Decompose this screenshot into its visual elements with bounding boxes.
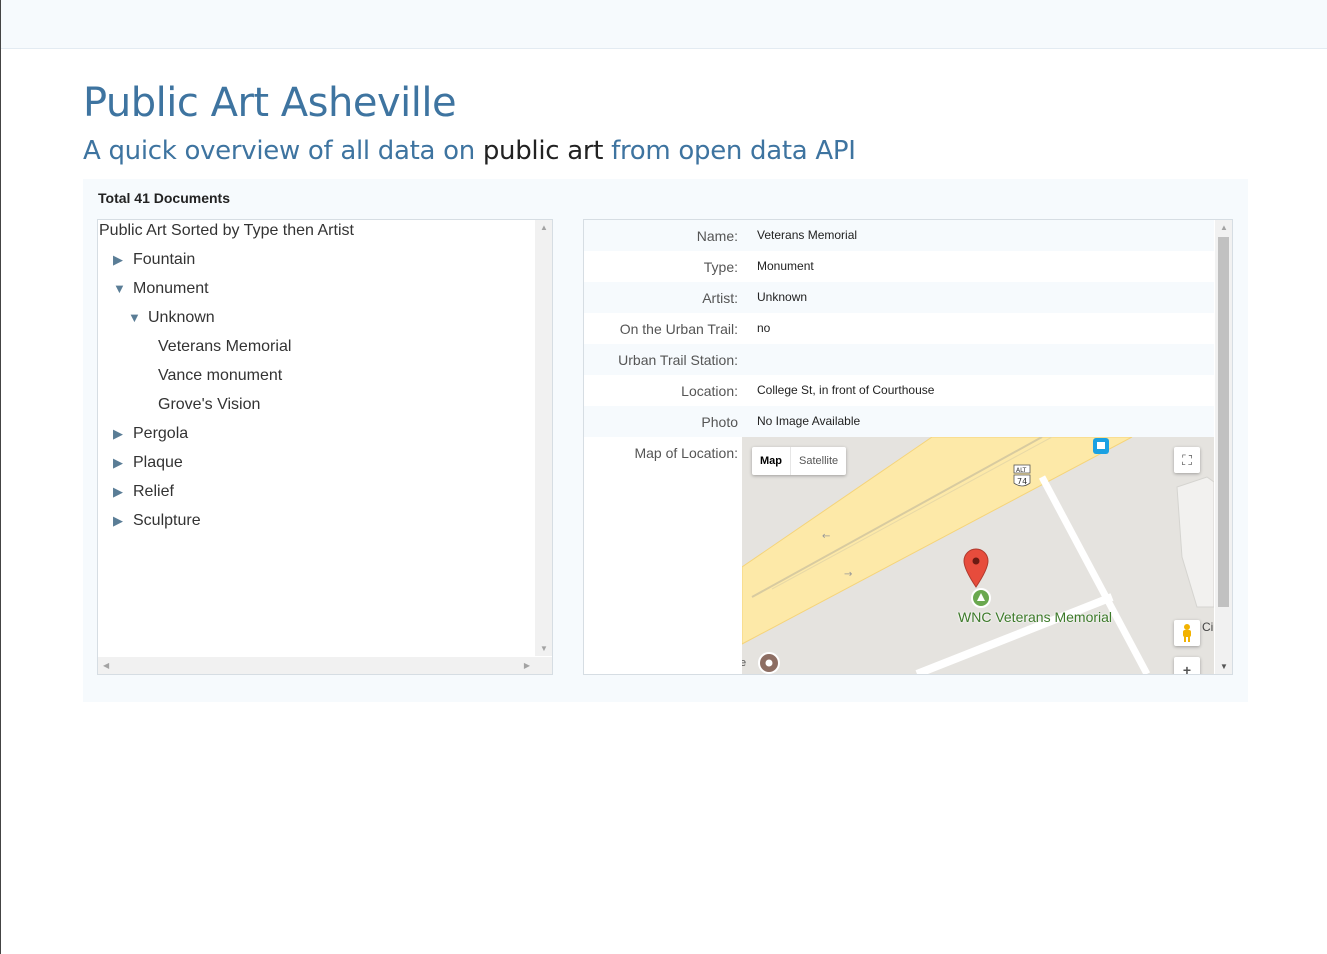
scroll-down-icon[interactable]: ▼ xyxy=(540,644,548,653)
tree-node-monument[interactable]: ▼ Monument xyxy=(113,280,209,298)
window-edge xyxy=(0,0,1,954)
detail-label: Type: xyxy=(703,259,738,275)
map-type-map-button[interactable]: Map xyxy=(752,447,791,475)
art-tree[interactable]: Public Art Sorted by Type then Artist ▶ F… xyxy=(97,219,553,675)
fullscreen-icon[interactable]: ⛶ xyxy=(1174,447,1200,473)
expand-arrow-icon[interactable]: ▶ xyxy=(113,484,129,500)
poi-icon-dot xyxy=(765,659,773,667)
detail-vertical-scrollbar[interactable]: ▲ ▼ xyxy=(1215,220,1232,674)
detail-label: Photo xyxy=(701,414,738,430)
scrollbar-thumb[interactable] xyxy=(1218,237,1229,607)
detail-label: Artist: xyxy=(702,290,738,306)
tree-node-label: Pergola xyxy=(133,425,189,442)
detail-label: On the Urban Trail: xyxy=(619,321,738,337)
top-navbar xyxy=(0,0,1327,49)
tree-node-plaque[interactable]: ▶ Plaque xyxy=(113,454,183,472)
map-type-satellite-button[interactable]: Satellite xyxy=(791,447,846,475)
tree-node-relief[interactable]: ▶ Relief xyxy=(113,483,174,501)
tree-node-label: Unknown xyxy=(148,309,215,326)
bus-stop-icon-glyph xyxy=(1097,442,1105,449)
tree-node-fountain[interactable]: ▶ Fountain xyxy=(113,251,195,269)
detail-row-type: Type: Monument xyxy=(584,251,1214,282)
total-documents: Total 41 Documents xyxy=(98,190,230,206)
content-panel: Total 41 Documents Public Art Sorted by … xyxy=(83,179,1248,702)
location-map[interactable]: ← → ALT 74 WNC Veterans Memorial e Map S… xyxy=(742,437,1214,674)
expand-arrow-icon[interactable]: ▶ xyxy=(113,455,129,471)
tree-node-label: Relief xyxy=(133,483,174,500)
collapse-arrow-icon[interactable]: ▼ xyxy=(128,310,144,325)
collapse-arrow-icon[interactable]: ▼ xyxy=(113,281,129,296)
page-subtitle: A quick overview of all data on public a… xyxy=(83,136,856,166)
detail-value: Unknown xyxy=(757,290,808,304)
tree-leaf-label: Veterans Memorial xyxy=(158,338,292,355)
tree-horizontal-scrollbar[interactable]: ◀ ▶ xyxy=(98,657,535,674)
scroll-up-icon[interactable]: ▲ xyxy=(1220,223,1228,232)
detail-value: Veterans Memorial xyxy=(757,228,858,242)
direction-arrow-icon: → xyxy=(844,569,852,580)
subtitle-text-start: A quick overview of all data on xyxy=(83,136,483,166)
map-edge-label: Ci xyxy=(1202,620,1214,634)
detail-label: Urban Trail Station: xyxy=(618,352,738,368)
tree-leaf-vance-monument[interactable]: Vance monument xyxy=(158,367,282,385)
tree-node-unknown[interactable]: ▼ Unknown xyxy=(128,309,215,327)
detail-label: Name: xyxy=(696,228,738,244)
tree-node-pergola[interactable]: ▶ Pergola xyxy=(113,425,188,443)
map-marker-label: WNC Veterans Memorial xyxy=(958,609,1113,625)
direction-arrow-icon: ← xyxy=(822,531,830,542)
detail-panel: Name: Veterans Memorial Type: Monument A… xyxy=(583,219,1233,675)
expand-arrow-icon[interactable]: ▶ xyxy=(113,513,129,529)
expand-arrow-icon[interactable]: ▶ xyxy=(113,426,129,442)
tree-node-label: Fountain xyxy=(133,251,196,268)
tree-node-label: Sculpture xyxy=(133,512,201,529)
detail-row-trail-station: Urban Trail Station: xyxy=(584,344,1214,375)
tree-node-sculpture[interactable]: ▶ Sculpture xyxy=(113,512,201,530)
detail-row-name: Name: Veterans Memorial xyxy=(584,220,1214,251)
scroll-left-icon[interactable]: ◀ xyxy=(103,661,109,670)
zoom-in-button[interactable]: + xyxy=(1174,657,1200,674)
scroll-corner xyxy=(535,657,552,674)
map-type-toggle[interactable]: Map Satellite xyxy=(752,447,847,475)
expand-arrow-icon[interactable]: ▶ xyxy=(113,252,129,268)
subtitle-text-end: from open data API xyxy=(603,136,856,166)
subtitle-highlight: public art xyxy=(482,136,604,166)
detail-label: Location: xyxy=(681,383,738,399)
tree-leaf-label: Grove's Vision xyxy=(158,396,261,413)
tree-leaf-veterans-memorial[interactable]: Veterans Memorial xyxy=(158,338,291,356)
pegman-glyph xyxy=(1183,624,1191,642)
tree-vertical-scrollbar[interactable]: ▲ ▼ xyxy=(535,220,552,656)
building xyxy=(1176,476,1214,608)
tree-node-label: Monument xyxy=(133,280,209,297)
detail-row-photo: Photo No Image Available xyxy=(584,406,1214,437)
tree-root-label: Public Art Sorted by Type then Artist xyxy=(99,222,354,239)
map-edge-text: e xyxy=(742,657,746,669)
detail-value: College St, in front of Courthouse xyxy=(757,383,935,397)
detail-row-urban-trail: On the Urban Trail: no xyxy=(584,313,1214,344)
detail-row-artist: Artist: Unknown xyxy=(584,282,1214,313)
detail-value: no xyxy=(757,321,771,335)
scroll-right-icon[interactable]: ▶ xyxy=(524,661,530,670)
detail-value: Monument xyxy=(757,259,814,273)
detail-row-location: Location: College St, in front of Courth… xyxy=(584,375,1214,406)
route-shield-74-text: 74 xyxy=(1017,477,1027,486)
tree-leaf-label: Vance monument xyxy=(158,367,283,384)
route-shield-alt-text: ALT xyxy=(1016,467,1027,474)
map-marker-dot xyxy=(972,557,980,565)
scroll-down-icon[interactable]: ▼ xyxy=(1220,662,1228,671)
map-marker-icon[interactable] xyxy=(963,548,989,588)
tree-node-label: Plaque xyxy=(133,454,183,471)
detail-label: Map of Location: xyxy=(634,445,738,461)
scroll-up-icon[interactable]: ▲ xyxy=(540,223,548,232)
pegman-icon[interactable] xyxy=(1174,620,1200,646)
side-street xyxy=(1038,475,1151,674)
detail-value: No Image Available xyxy=(757,414,861,428)
page-title: Public Art Asheville xyxy=(83,80,457,126)
tree-leaf-groves-vision[interactable]: Grove's Vision xyxy=(158,396,260,414)
